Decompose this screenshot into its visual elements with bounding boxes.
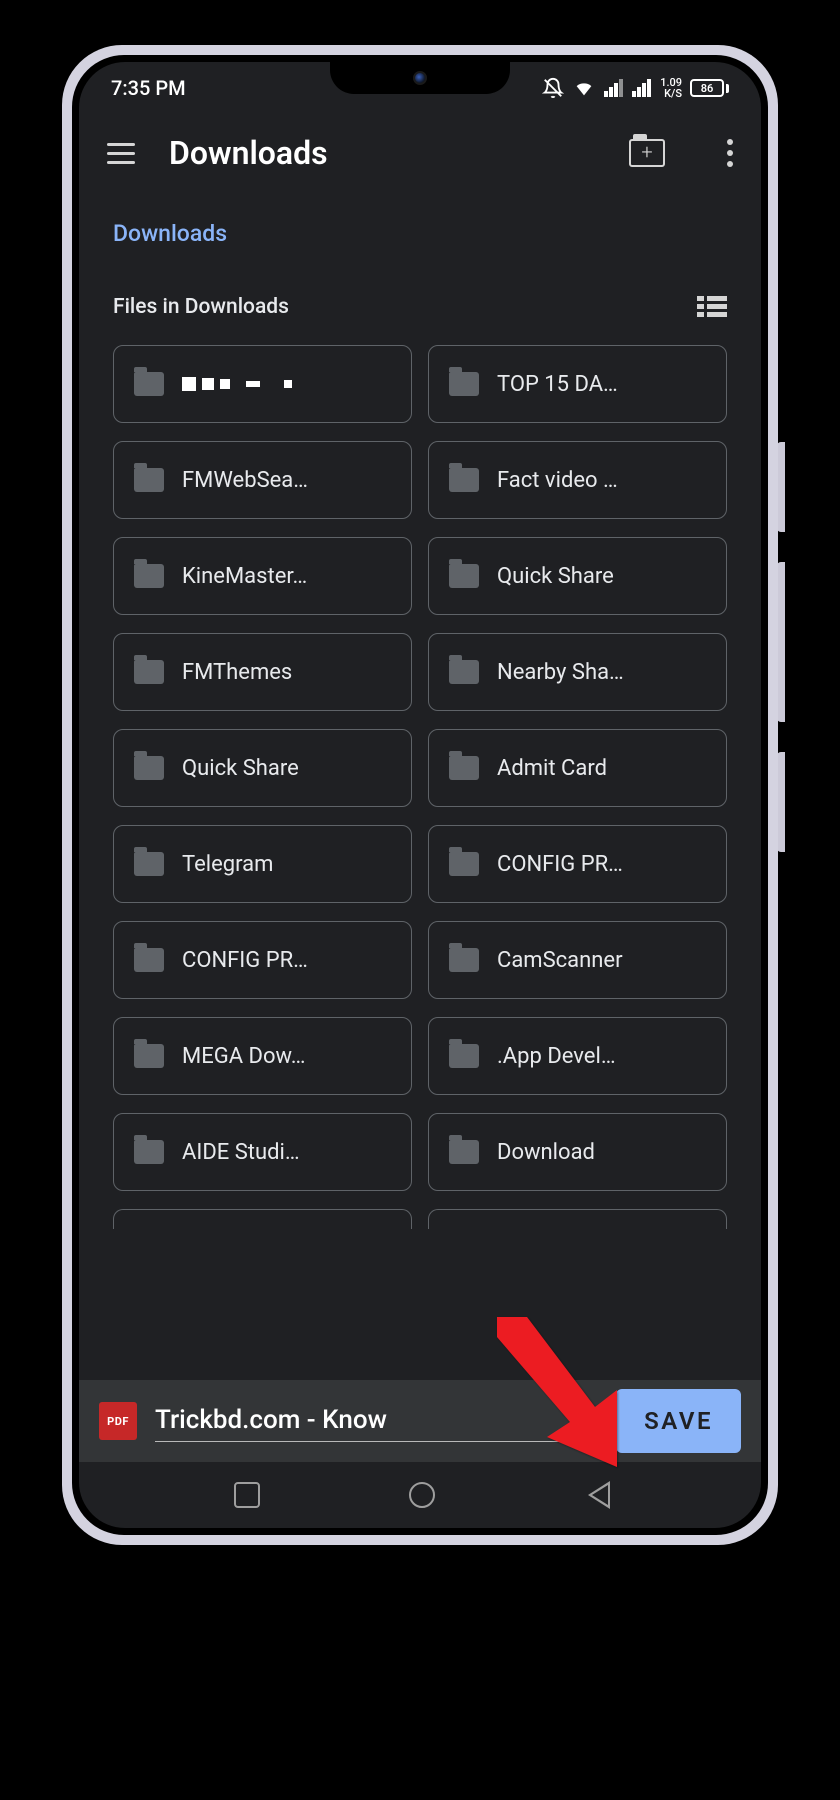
folder-icon xyxy=(449,1044,479,1068)
page-title: Downloads xyxy=(169,134,595,172)
list-view-icon[interactable] xyxy=(697,296,727,318)
folder-item[interactable]: Admit Card xyxy=(428,729,727,807)
folder-item[interactable]: MEGA Dow… xyxy=(113,1017,412,1095)
breadcrumb-link[interactable]: Downloads xyxy=(113,220,227,247)
section-title: Files in Downloads xyxy=(113,295,289,319)
folder-label: FMThemes xyxy=(182,660,292,685)
phone-notch xyxy=(330,62,510,94)
home-icon[interactable] xyxy=(409,1482,435,1508)
folder-item[interactable] xyxy=(113,345,412,423)
folder-label: MEGA Dow… xyxy=(182,1044,305,1069)
folder-icon xyxy=(134,1140,164,1164)
recent-apps-icon[interactable] xyxy=(234,1482,260,1508)
folder-item[interactable]: CONFIG PR… xyxy=(113,921,412,999)
folder-item[interactable]: Download xyxy=(428,1113,727,1191)
folder-label: Fact video … xyxy=(497,468,618,493)
folder-item[interactable]: TOP 15 DA… xyxy=(428,345,727,423)
phone-frame: 7:35 PM xyxy=(62,45,778,1545)
folder-label: KineMaster… xyxy=(182,564,307,589)
folder-label: FMWebSea… xyxy=(182,468,308,493)
folder-item[interactable]: KineMaster… xyxy=(113,537,412,615)
folder-label: AIDE Studi… xyxy=(182,1140,300,1165)
signal-bars-2-icon xyxy=(632,79,652,97)
folder-label: Telegram xyxy=(182,852,273,877)
folder-icon xyxy=(449,948,479,972)
folder-item[interactable]: Quick Share xyxy=(428,537,727,615)
save-bar: PDF SAVE xyxy=(79,1380,761,1462)
folder-item[interactable]: FMThemes xyxy=(113,633,412,711)
filename-input[interactable] xyxy=(155,1401,598,1442)
folder-grid: TOP 15 DA… FMWebSea… Fact video … KineMa… xyxy=(79,337,761,1380)
folder-icon xyxy=(134,372,164,396)
folder-label: CONFIG PR… xyxy=(497,852,623,877)
folder-item[interactable]: FMWebSea… xyxy=(113,441,412,519)
folder-item[interactable]: CONFIG PR… xyxy=(428,825,727,903)
folder-icon xyxy=(449,1140,479,1164)
new-folder-icon[interactable] xyxy=(629,139,665,167)
folder-icon xyxy=(134,1044,164,1068)
menu-icon[interactable] xyxy=(107,143,135,164)
folder-item[interactable] xyxy=(428,1209,727,1229)
folder-icon xyxy=(449,756,479,780)
battery-indicator: 86 xyxy=(690,79,729,97)
back-icon[interactable] xyxy=(584,1481,606,1509)
folder-label: Quick Share xyxy=(182,756,299,781)
app-header: Downloads xyxy=(79,114,761,192)
folder-icon xyxy=(134,852,164,876)
folder-label: CONFIG PR… xyxy=(182,948,308,973)
signal-bars-icon xyxy=(604,79,624,97)
folder-label: Quick Share xyxy=(497,564,614,589)
folder-icon xyxy=(449,564,479,588)
nav-bar xyxy=(79,1462,761,1528)
folder-item[interactable]: CamScanner xyxy=(428,921,727,999)
folder-label: TOP 15 DA… xyxy=(497,372,618,397)
folder-item[interactable]: Nearby Sha… xyxy=(428,633,727,711)
pixelated-label xyxy=(182,377,292,391)
folder-label: CamScanner xyxy=(497,948,623,973)
section-header: Files in Downloads xyxy=(79,271,761,337)
status-time: 7:35 PM xyxy=(111,76,186,100)
folder-icon xyxy=(449,660,479,684)
folder-icon xyxy=(134,948,164,972)
folder-icon xyxy=(134,660,164,684)
more-options-icon[interactable] xyxy=(727,139,733,167)
breadcrumb: Downloads xyxy=(79,192,761,271)
folder-item[interactable]: .App Devel… xyxy=(428,1017,727,1095)
folder-label: Nearby Sha… xyxy=(497,660,624,685)
folder-icon xyxy=(449,852,479,876)
pdf-icon: PDF xyxy=(99,1402,137,1440)
folder-label: Download xyxy=(497,1140,595,1165)
folder-item[interactable]: Telegram xyxy=(113,825,412,903)
folder-item[interactable] xyxy=(113,1209,412,1229)
folder-label: Admit Card xyxy=(497,756,607,781)
folder-item[interactable]: Quick Share xyxy=(113,729,412,807)
notification-off-icon xyxy=(542,77,564,99)
folder-item[interactable]: AIDE Studi… xyxy=(113,1113,412,1191)
folder-icon xyxy=(134,468,164,492)
network-speed: 1.09 K/S xyxy=(660,77,682,99)
folder-icon xyxy=(134,756,164,780)
folder-icon xyxy=(449,468,479,492)
folder-label: .App Devel… xyxy=(497,1044,616,1069)
folder-item[interactable]: Fact video … xyxy=(428,441,727,519)
front-camera xyxy=(413,71,427,85)
folder-icon xyxy=(449,372,479,396)
save-button[interactable]: SAVE xyxy=(616,1389,741,1453)
wifi-icon xyxy=(572,77,596,99)
folder-icon xyxy=(134,564,164,588)
